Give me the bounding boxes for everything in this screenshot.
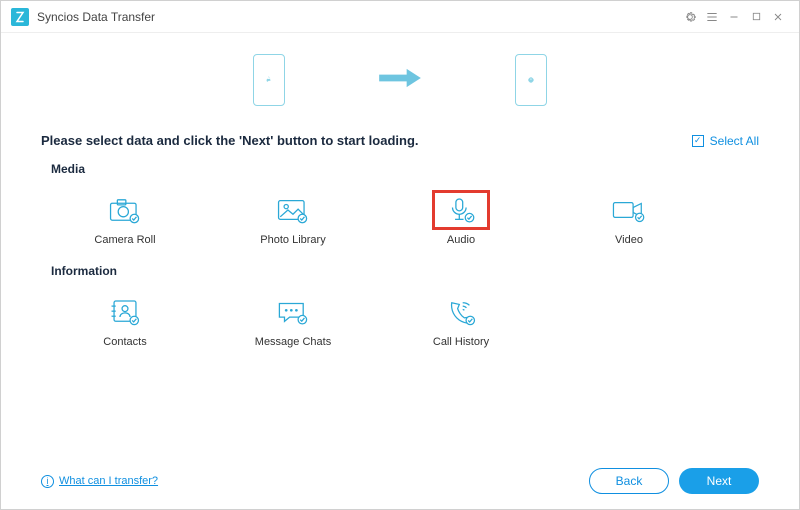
item-label: Video: [545, 234, 713, 246]
checkbox-icon: ✓: [692, 135, 704, 147]
content-area: Please select data and click the 'Next' …: [1, 33, 799, 461]
help-link-label: What can I transfer?: [59, 475, 158, 487]
item-camera-roll[interactable]: Camera Roll: [41, 184, 209, 250]
item-label: Message Chats: [209, 336, 377, 348]
footer: i What can I transfer? Back Next: [1, 461, 799, 509]
media-items-row: Camera Roll Photo Library Audio Video: [41, 184, 759, 250]
camera-roll-icon: [96, 190, 154, 230]
devices-row: [41, 45, 759, 115]
back-button[interactable]: Back: [589, 468, 669, 494]
maximize-button[interactable]: [745, 6, 767, 28]
app-title: Syncios Data Transfer: [37, 10, 155, 24]
item-audio[interactable]: Audio: [377, 184, 545, 250]
settings-icon[interactable]: [679, 6, 701, 28]
source-device-icon[interactable]: [253, 54, 285, 106]
information-items-row: Contacts Message Chats Call History: [41, 286, 759, 352]
item-video[interactable]: Video: [545, 184, 713, 250]
transfer-arrow-icon: [375, 65, 425, 96]
contacts-icon: [96, 292, 154, 332]
photo-library-icon: [264, 190, 322, 230]
select-all-checkbox[interactable]: ✓ Select All: [692, 134, 759, 148]
section-media-label: Media: [51, 162, 759, 176]
minimize-button[interactable]: [723, 6, 745, 28]
back-button-label: Back: [616, 474, 643, 488]
item-message-chats[interactable]: Message Chats: [209, 286, 377, 352]
item-label: Camera Roll: [41, 234, 209, 246]
section-information-label: Information: [51, 264, 759, 278]
item-label: Contacts: [41, 336, 209, 348]
titlebar: Syncios Data Transfer: [1, 1, 799, 33]
item-label: Audio: [377, 234, 545, 246]
info-icon: i: [41, 475, 54, 488]
item-photo-library[interactable]: Photo Library: [209, 184, 377, 250]
item-label: Call History: [377, 336, 545, 348]
close-button[interactable]: [767, 6, 789, 28]
message-chats-icon: [264, 292, 322, 332]
instruction-text: Please select data and click the 'Next' …: [41, 133, 419, 148]
item-contacts[interactable]: Contacts: [41, 286, 209, 352]
help-link[interactable]: i What can I transfer?: [41, 475, 158, 488]
target-device-icon[interactable]: [515, 54, 547, 106]
next-button[interactable]: Next: [679, 468, 759, 494]
app-window: Syncios Data Transfer: [0, 0, 800, 510]
select-all-label: Select All: [710, 134, 759, 148]
video-icon: [600, 190, 658, 230]
menu-icon[interactable]: [701, 6, 723, 28]
instruction-row: Please select data and click the 'Next' …: [41, 133, 759, 148]
next-button-label: Next: [707, 474, 732, 488]
call-history-icon: [432, 292, 490, 332]
item-label: Photo Library: [209, 234, 377, 246]
app-logo-icon: [11, 8, 29, 26]
item-call-history[interactable]: Call History: [377, 286, 545, 352]
audio-icon: [432, 190, 490, 230]
